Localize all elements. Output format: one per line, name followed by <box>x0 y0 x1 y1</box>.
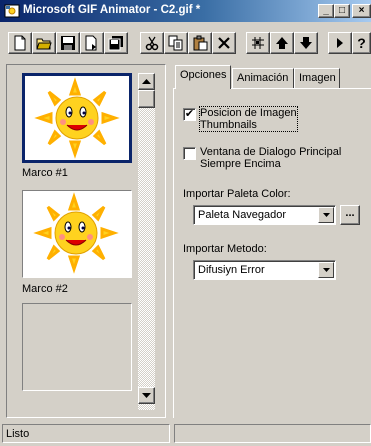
tab-imagen[interactable]: Imagen <box>294 68 340 88</box>
palette-label: Importar Paleta Color: <box>183 188 291 200</box>
on-top-label-line2: Siempre Encima <box>200 158 281 170</box>
palette-dropdown-button[interactable] <box>318 207 334 223</box>
maximize-button[interactable]: □ <box>334 4 350 18</box>
select-all-icon <box>252 37 264 49</box>
scissors-icon <box>145 36 159 51</box>
save-button[interactable] <box>56 32 80 54</box>
thumbnails-label-line1: Posicion de Imagen <box>200 107 297 119</box>
close-button[interactable]: × <box>352 4 371 18</box>
frame-thumbnail-empty[interactable] <box>22 303 132 391</box>
frame-label-1: Marco #1 <box>22 167 68 179</box>
status-pane-main: Listo <box>2 424 170 443</box>
method-select-value: Difusiyn Error <box>198 264 265 276</box>
thumbnails-checkbox[interactable]: ✔ <box>183 108 196 121</box>
copy-icon <box>168 35 183 51</box>
scroll-down-button[interactable] <box>138 387 155 404</box>
thumbnails-checkbox-label[interactable]: Posicion de Imagen Thumbnails <box>199 106 298 132</box>
insert-button[interactable] <box>80 32 104 54</box>
play-button[interactable] <box>328 32 352 54</box>
arrow-up-icon <box>142 79 151 84</box>
tab-animacion[interactable]: Animación <box>232 68 294 88</box>
cut-button[interactable] <box>140 32 164 54</box>
frame-thumbnail-2[interactable] <box>22 190 132 278</box>
window-title: Microsoft GIF Animator - C2.gif * <box>23 4 201 16</box>
palette-browse-button[interactable]: ... <box>340 205 360 225</box>
tab-opciones[interactable]: Opciones <box>175 65 231 89</box>
open-button[interactable] <box>32 32 56 54</box>
insert-file-icon <box>85 35 97 51</box>
method-dropdown-button[interactable] <box>318 262 334 278</box>
help-icon: ? <box>357 35 366 51</box>
on-top-checkbox[interactable] <box>183 147 196 160</box>
copy-button[interactable] <box>164 32 188 54</box>
frame-label-2: Marco #2 <box>22 283 68 295</box>
status-bar: Listo <box>0 422 371 446</box>
open-folder-icon <box>36 38 52 50</box>
new-button[interactable] <box>8 32 32 54</box>
method-label: Importar Metodo: <box>183 243 267 255</box>
on-top-label-line1: Ventana de Dialogo Principal <box>200 146 342 158</box>
checkmark-icon: ✔ <box>184 108 195 120</box>
new-document-icon <box>14 35 26 51</box>
palette-select[interactable]: Paleta Navegador <box>193 205 336 225</box>
title-bar[interactable]: Microsoft GIF Animator - C2.gif * _ □ × <box>0 0 371 22</box>
arrow-down-icon <box>300 37 312 49</box>
gif-animator-app-icon[interactable] <box>4 3 20 19</box>
move-down-button[interactable] <box>294 32 318 54</box>
on-top-checkbox-label[interactable]: Ventana de Dialogo Principal Siempre Enc… <box>200 146 341 170</box>
arrow-down-icon <box>142 393 151 398</box>
paste-button[interactable] <box>188 32 212 54</box>
sun-image-icon <box>33 192 119 274</box>
delete-button[interactable] <box>212 32 236 54</box>
scroll-thumb[interactable] <box>138 90 155 108</box>
sun-image-icon <box>34 77 120 159</box>
scroll-up-button[interactable] <box>138 73 155 90</box>
status-pane-secondary <box>174 424 371 443</box>
play-icon <box>337 38 343 48</box>
delete-x-icon <box>218 37 230 49</box>
save-disk-icon <box>61 36 75 50</box>
save-as-button[interactable] <box>104 32 128 54</box>
frame-thumbnail-1[interactable] <box>22 73 132 163</box>
select-all-button[interactable] <box>246 32 270 54</box>
paste-icon <box>193 35 208 51</box>
minimize-button[interactable]: _ <box>318 4 334 18</box>
help-button[interactable]: ? <box>352 32 371 54</box>
move-up-button[interactable] <box>270 32 294 54</box>
palette-select-value: Paleta Navegador <box>198 209 287 221</box>
chevron-down-icon <box>322 268 330 272</box>
status-text: Listo <box>6 428 30 440</box>
method-select[interactable]: Difusiyn Error <box>193 260 336 280</box>
chevron-down-icon <box>322 213 330 217</box>
thumbnails-label-line2: Thumbnails <box>200 119 257 131</box>
save-as-icon <box>108 36 123 51</box>
frames-scrollbar[interactable] <box>138 73 155 410</box>
arrow-up-icon <box>276 37 288 49</box>
